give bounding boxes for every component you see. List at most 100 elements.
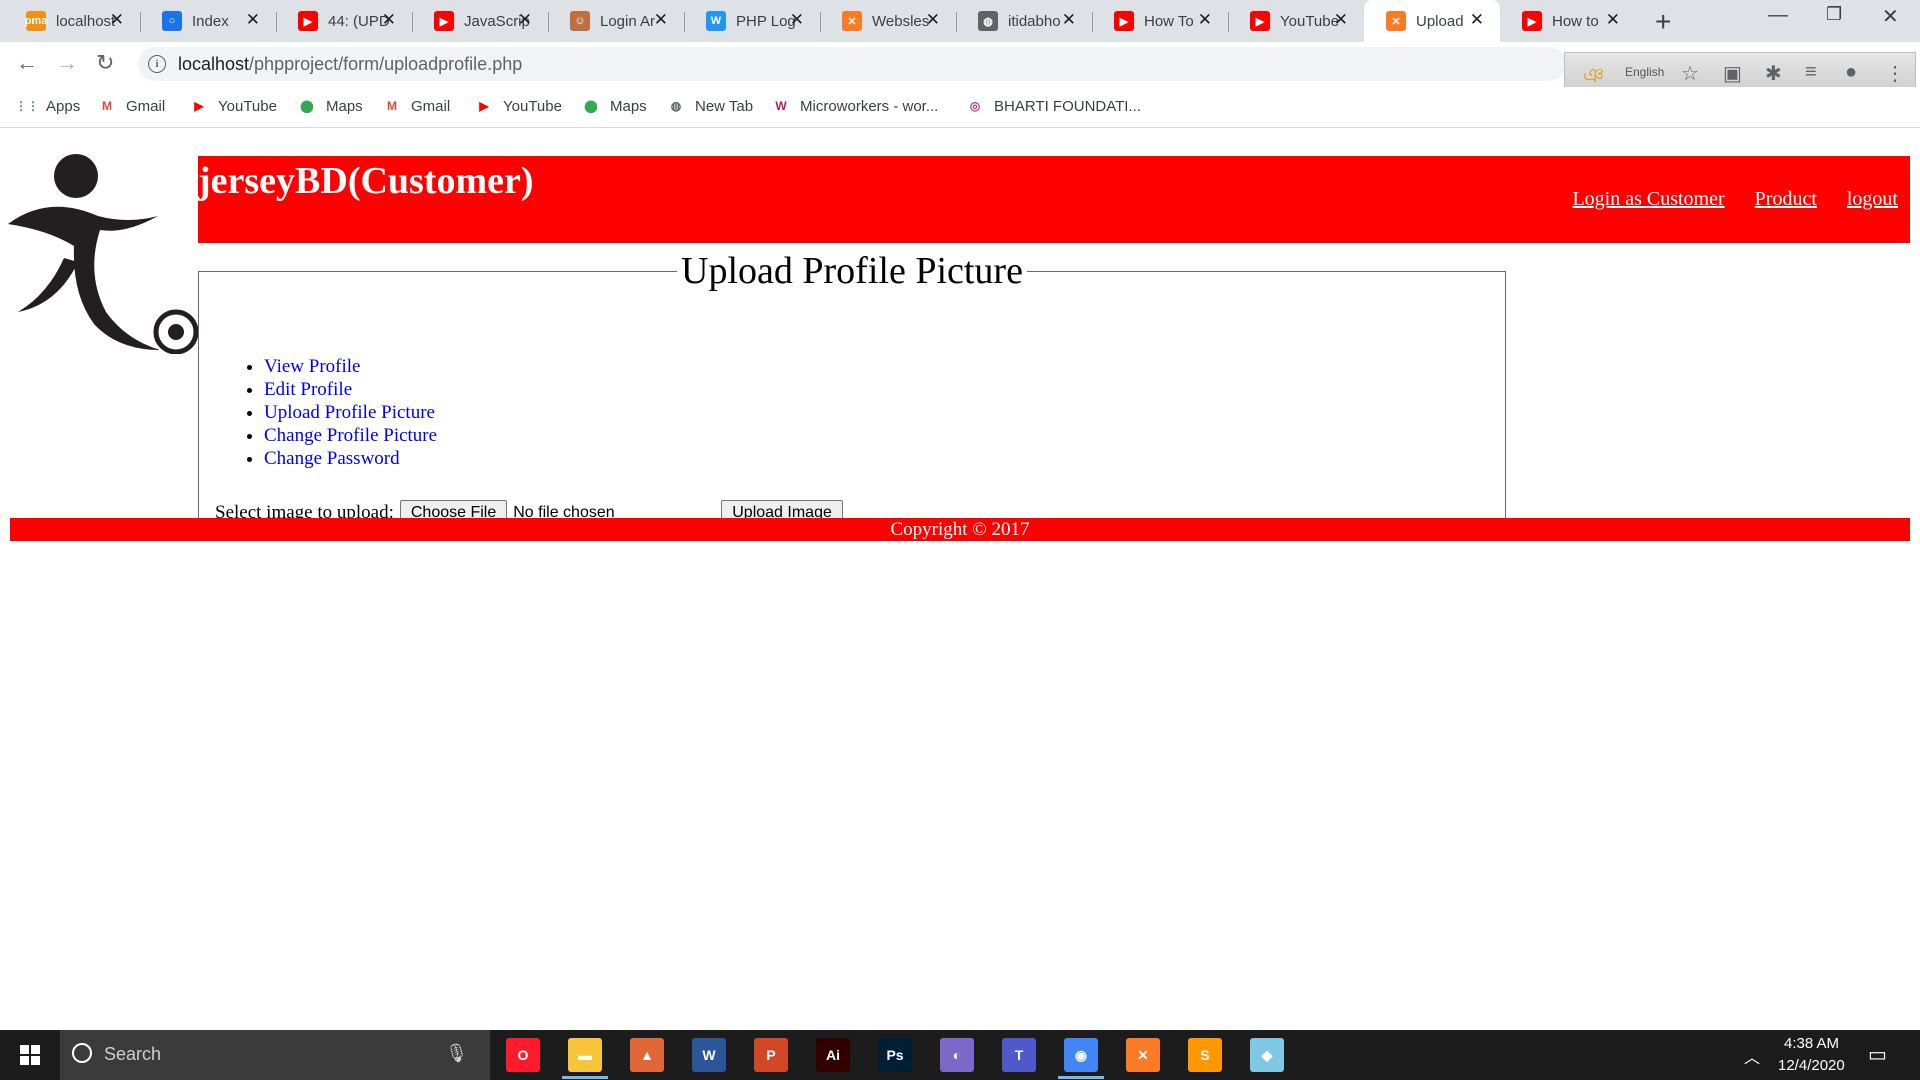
maps-pin-icon: ⬤ [584, 99, 598, 113]
bookmark-item[interactable]: M Gmail [383, 97, 450, 115]
sublime-icon[interactable]: S [1188, 1038, 1222, 1072]
browser-tab[interactable]: ✕ Upload ✕ [1364, 0, 1500, 42]
site-nav: Login as Customer Product logout [1572, 188, 1898, 211]
bookmark-item[interactable]: ⬤ Maps [582, 97, 647, 115]
tab-close-icon[interactable]: ✕ [382, 10, 396, 30]
windows-start-button[interactable] [0, 1030, 60, 1080]
teams-icon[interactable]: T [1002, 1038, 1036, 1072]
tab-close-icon[interactable]: ✕ [110, 10, 124, 30]
glass-app-icon[interactable]: ◆ [1250, 1038, 1284, 1072]
instagram-icon: ◎ [969, 99, 981, 113]
browser-tab[interactable]: ▶ How To ✕ [1092, 0, 1228, 42]
menu-item: View Profile [264, 355, 437, 378]
bookmark-item[interactable]: ◍ New Tab [667, 97, 753, 115]
xampp-icon: ✕ [842, 11, 862, 31]
microworkers-icon: W [775, 99, 787, 113]
photoshop-icon[interactable]: Ps [878, 1038, 912, 1072]
avatar-icon: ☺ [570, 11, 590, 31]
browser-tab[interactable]: W PHP Log ✕ [684, 0, 820, 42]
browser-tab[interactable]: ▶ How to ✕ [1500, 0, 1636, 42]
bookmark-item[interactable]: ▶ YouTube [190, 97, 277, 115]
bookmark-item[interactable]: ⬤ Maps [298, 97, 362, 115]
tab-close-icon[interactable]: ✕ [1334, 10, 1348, 30]
tab-close-icon[interactable]: ✕ [790, 10, 804, 30]
nav-logout[interactable]: logout [1847, 188, 1898, 211]
browser-tab[interactable]: ▶ JavaScrip ✕ [412, 0, 548, 42]
minimize-button[interactable]: — [1768, 4, 1788, 27]
youtube-icon: ▶ [1250, 11, 1270, 31]
browser-tab[interactable]: ▶ 44: (UPD ✕ [276, 0, 412, 42]
puzzle-extensions-icon[interactable]: ✱ [1765, 61, 1782, 86]
xampp-icon[interactable]: ✕ [1126, 1038, 1160, 1072]
back-arrow-icon[interactable]: ← [16, 50, 38, 76]
bookmark-item[interactable]: M Gmail [98, 97, 165, 115]
tab-close-icon[interactable]: ✕ [654, 10, 668, 30]
powerpoint-icon[interactable]: P [754, 1038, 788, 1072]
menu-upload-profile-picture[interactable]: Upload Profile Picture [264, 402, 435, 423]
tab-close-icon[interactable]: ✕ [246, 10, 260, 30]
menu-edit-profile[interactable]: Edit Profile [264, 379, 352, 400]
file-explorer-icon[interactable]: ▬ [568, 1038, 602, 1072]
reload-icon[interactable]: ↻ [96, 50, 114, 76]
forward-arrow-icon[interactable]: → [56, 50, 78, 76]
site-info-icon[interactable]: i [148, 55, 166, 73]
tab-close-icon[interactable]: ✕ [1606, 10, 1620, 30]
profile-avatar-icon[interactable]: ● [1845, 61, 1857, 84]
browser-tab[interactable]: ☺ Login Ar ✕ [548, 0, 684, 42]
bookmark-item[interactable]: ⋮⋮ Apps [15, 97, 80, 115]
browser-tab[interactable]: ○ Index ✕ [140, 0, 276, 42]
notification-icon[interactable]: ▭ [1868, 1042, 1887, 1067]
browser-tab[interactable]: ◍ itidabho ✕ [956, 0, 1092, 42]
matlab-icon[interactable]: ▲ [630, 1038, 664, 1072]
bookmark-star-icon[interactable]: ☆ [1681, 61, 1699, 86]
browser-tab[interactable]: ✕ Websles ✕ [820, 0, 956, 42]
bookmark-label: Microworkers - wor... [800, 97, 939, 115]
chrome-menu-icon[interactable]: ⋮ [1885, 61, 1905, 86]
bookmark-item[interactable]: ◎ BHARTI FOUNDATI... [966, 97, 1141, 115]
windows-logo-icon [20, 1045, 40, 1065]
opera-icon[interactable]: O [506, 1038, 540, 1072]
eclipse-icon[interactable]: ◐ [940, 1038, 974, 1072]
tab-separator [1092, 12, 1093, 32]
taskbar-search[interactable]: Search 🎙 [60, 1030, 490, 1080]
site-footer: Copyright © 2017 [10, 518, 1910, 541]
fieldset-legend: Upload Profile Picture [681, 250, 1023, 292]
bookmark-item[interactable]: W Microworkers - wor... [772, 97, 938, 115]
clock-time[interactable]: 4:38 AM [1784, 1035, 1839, 1052]
menu-change-profile-picture[interactable]: Change Profile Picture [264, 425, 437, 446]
browser-tab[interactable]: pma localhost ✕ [4, 0, 140, 42]
nav-login-as-customer[interactable]: Login as Customer [1572, 188, 1724, 211]
browser-tab[interactable]: ▶ YouTube ✕ [1228, 0, 1364, 42]
close-window-button[interactable]: ✕ [1882, 4, 1899, 29]
tab-close-icon[interactable]: ✕ [926, 10, 940, 30]
site-brand: jerseyBD(Customer) [198, 160, 534, 202]
chrome-icon[interactable]: ◉ [1064, 1038, 1098, 1072]
bookmark-item[interactable]: ▶ YouTube [475, 97, 562, 115]
extension-bar: ঞ English ☆ ▣ ✱ ≡ ● ⋮ [1564, 52, 1916, 92]
apps-grid-icon: ⋮⋮ [15, 99, 39, 113]
nav-product[interactable]: Product [1755, 188, 1817, 211]
menu-change-password[interactable]: Change Password [264, 448, 400, 469]
microphone-icon[interactable]: 🎙 [445, 1043, 468, 1064]
tab-close-icon[interactable]: ✕ [518, 10, 532, 30]
new-tab-button[interactable]: + [1655, 6, 1671, 38]
restore-button[interactable]: ❐ [1826, 4, 1842, 25]
menu-item: Edit Profile [264, 378, 437, 401]
tab-close-icon[interactable]: ✕ [1198, 10, 1212, 30]
word-icon[interactable]: W [692, 1038, 726, 1072]
menu-view-profile[interactable]: View Profile [264, 356, 360, 377]
url-path: /phpproject/form/uploadprofile.php [249, 54, 523, 74]
clock-date[interactable]: 12/4/2020 [1778, 1057, 1845, 1074]
tab-close-icon[interactable]: ✕ [1470, 10, 1484, 30]
tab-separator [1228, 12, 1229, 32]
bookmark-label: Maps [610, 97, 647, 115]
url-text[interactable]: localhost/phpproject/form/uploadprofile.… [178, 54, 522, 75]
illustrator-icon[interactable]: Ai [816, 1038, 850, 1072]
tray-chevron-icon[interactable]: ︿ [1744, 1044, 1760, 1068]
media-controls-icon[interactable]: ≡ [1805, 61, 1817, 84]
tab-close-icon[interactable]: ✕ [1062, 10, 1076, 30]
language-label[interactable]: English [1625, 65, 1664, 79]
extension-icon[interactable]: ▣ [1723, 61, 1742, 86]
site-header: jerseyBD(Customer) Login as Customer Pro… [198, 156, 1910, 243]
address-bar[interactable]: i localhost/phpproject/form/uploadprofil… [138, 47, 1566, 81]
